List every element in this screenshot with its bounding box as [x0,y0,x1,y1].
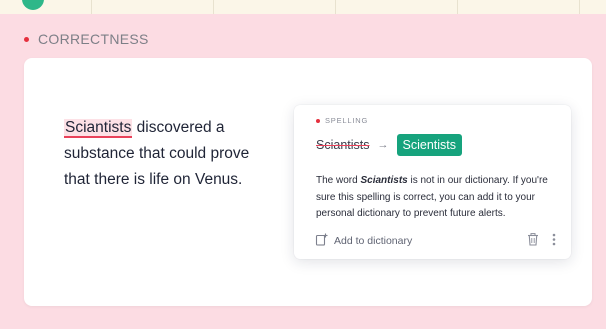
section-header: CORRECTNESS [24,31,149,47]
explanation-prefix: The word [316,175,361,186]
misspelled-word[interactable]: Sciantists [64,119,133,138]
example-card: Sciantists discovered a substance that c… [24,58,592,306]
suggestion-popup: SPELLING Sciantists → Scientists The wor… [294,105,571,259]
add-to-dictionary-label: Add to dictionary [334,235,413,247]
red-dot-icon [316,118,320,123]
more-options-icon[interactable] [552,233,556,251]
explanation-text: The word Sciantists is not in our dictio… [316,173,561,223]
top-strip-cell [0,0,92,14]
red-dot-icon [24,36,29,42]
popup-category: SPELLING [316,116,368,125]
correction-line: Sciantists → Scientists [316,134,462,156]
example-sentence: Sciantists discovered a substance that c… [64,115,284,193]
explanation-word: Sciantists [360,175,408,186]
arrow-right-icon: → [377,139,389,151]
add-to-dictionary-button[interactable]: Add to dictionary [315,233,412,249]
top-strip-cell [458,0,580,14]
sentence-line2: substance that could prove [64,145,250,162]
original-word: Sciantists [316,138,370,152]
top-strip-cell [336,0,458,14]
sentence-line3: that there is life on Venus. [64,171,243,188]
top-strip-cell [92,0,214,14]
add-to-dictionary-icon [315,233,328,249]
trash-icon[interactable] [527,233,539,251]
top-strip-cell [214,0,336,14]
category-label: SPELLING [325,116,369,125]
section-title: CORRECTNESS [38,31,149,47]
accept-suggestion-button[interactable]: Scientists [396,134,462,156]
top-tab-strip [0,0,606,14]
sentence-line1-rest: discovered a [132,119,225,136]
